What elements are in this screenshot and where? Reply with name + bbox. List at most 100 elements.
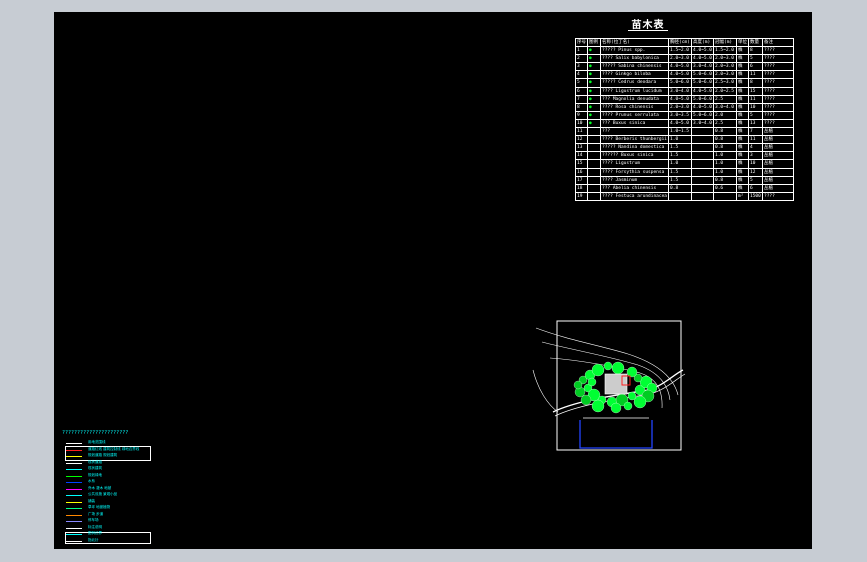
table-cell: 丛植 — [762, 127, 794, 137]
table-cell: 株 — [736, 78, 749, 88]
table-cell: 11 — [748, 135, 763, 145]
plant-symbol-icon: ● — [587, 54, 601, 64]
table-cell: ???? — [762, 78, 794, 88]
table-cell: 4 — [748, 143, 763, 153]
tree-symbol-icon — [623, 401, 633, 411]
table-cell: 1.0 — [668, 159, 693, 169]
table-cell: ???? Ginkgo biloba — [599, 70, 670, 80]
table-cell: 丛植 — [762, 167, 794, 177]
table-cell: ????? Pinus spp. — [599, 46, 670, 56]
table-cell: 2.0~3.0 — [713, 62, 737, 72]
table-cell: 4.0~5.0 — [691, 86, 714, 96]
plant-schedule-table: 序号 图例 名称(拉丁名) 胸径(cm) 高度(m) 冠幅(m) 单位 数量 备注 1 ●????… — [575, 37, 794, 201]
table-cell — [668, 191, 693, 201]
plant-symbol-icon: ● — [587, 118, 601, 129]
table-cell: 0.8 — [713, 127, 737, 137]
table-cell: 12 — [575, 135, 588, 145]
tree-symbol-icon — [587, 377, 597, 387]
table-cell: 12 — [748, 167, 763, 177]
table-cell: 丛植 — [762, 135, 794, 145]
table-cell — [691, 183, 714, 193]
table-cell: 5 — [748, 175, 763, 185]
table-cell: 株 — [736, 102, 749, 112]
legend-swatch — [66, 534, 82, 535]
tree-symbol-icon — [580, 394, 592, 406]
table-cell: ???? Ligustrum lucidum — [599, 86, 670, 96]
table-cell: 2.0~3.0 — [713, 70, 737, 80]
table-cell: 株 — [736, 159, 749, 169]
contour-line-4 — [532, 369, 559, 413]
table-cell: 2.0~2.5 — [713, 86, 737, 96]
header-cell: 备注 — [762, 37, 794, 48]
legend-swatch — [66, 482, 82, 483]
tree-symbol-icon — [611, 361, 625, 375]
table-cell — [587, 191, 601, 201]
table-cell — [691, 143, 714, 153]
table-row: 1 ●????? Pinus spp. 1.5~2.0 4.0~5.0 1.5~2.0 株… — [575, 46, 794, 56]
table-cell: 株 — [736, 62, 749, 72]
table-row: 14 ?????? Buxus sinica 1.5 1.0 株 3 丛植 — [575, 151, 794, 161]
table-cell: 1.5 — [668, 143, 693, 153]
table-cell: 株 — [736, 135, 749, 145]
table-cell: 11 — [575, 127, 588, 137]
table-header-row: 序号 图例 名称(拉丁名) 胸径(cm) 高度(m) 冠幅(m) 单位 数量 备注 — [575, 37, 794, 48]
legend-swatch — [66, 443, 82, 444]
table-cell — [587, 127, 601, 137]
table-cell: ??? Abelia chinensis — [599, 183, 670, 193]
table-cell: 株 — [736, 110, 749, 120]
table-cell: ???? — [762, 62, 794, 72]
site-plan — [532, 320, 686, 451]
table-cell — [691, 191, 714, 201]
table-cell: 4.0~5.0 — [668, 118, 693, 129]
table-cell: ???? — [762, 191, 794, 201]
table-cell: 1.0~1.5 — [668, 127, 693, 137]
table-cell: ???? Prunus serrulata — [599, 110, 670, 120]
table-cell: 19 — [575, 191, 588, 201]
lower-building-outline — [579, 420, 653, 449]
table-cell — [587, 159, 601, 169]
tree-symbol-icon — [603, 361, 613, 371]
table-cell — [691, 135, 714, 145]
table-cell: ???? Festuca arundinacea — [599, 191, 670, 201]
table-cell: ???? — [762, 118, 794, 129]
table-cell: 株 — [736, 70, 749, 80]
table-cell — [691, 151, 714, 161]
table-cell — [691, 167, 714, 177]
plant-symbol-icon: ● — [587, 94, 601, 104]
legend-title: ?????????????????????? — [62, 430, 129, 436]
table-cell: 株 — [736, 127, 749, 137]
table-cell: 株 — [736, 143, 749, 153]
table-row: 10 ●??? Buxus sinica 4.0~5.0 3.0~4.0 2.5 株 13?… — [575, 118, 794, 129]
table-cell: 1.5~2.0 — [713, 46, 737, 56]
table-cell: 株 — [736, 54, 749, 64]
table-cell: 2.0~3.0 — [668, 54, 693, 64]
legend-label: 草坪 地被植物 — [88, 505, 111, 509]
table-cell: ???? Jasminum — [599, 175, 670, 185]
header-cell: 高度(m) — [691, 37, 714, 48]
table-cell: 2 — [575, 54, 588, 64]
table-cell: 5.0~6.0 — [691, 94, 714, 104]
table-cell: 0.8 — [713, 175, 737, 185]
table-cell: 株 — [736, 167, 749, 177]
header-cell: 单位 — [736, 37, 749, 48]
table-cell: 2.5~3.0 — [713, 78, 737, 88]
table-body: 1 ●????? Pinus spp. 1.5~2.0 4.0~5.0 1.5~2.0 株… — [575, 46, 794, 201]
table-row: 17 ???? Jasminum 1.5 0.8 株 5 丛植 — [575, 175, 794, 185]
table-cell: ??? Buxus sinica — [599, 118, 670, 129]
table-cell — [691, 175, 714, 185]
building — [604, 373, 628, 395]
table-cell: 9 — [575, 110, 588, 120]
table-cell: ???? — [762, 70, 794, 80]
table-row: 4 ●???? Ginkgo biloba 4.0~5.0 5.0~6.0 2.0~3.… — [575, 70, 794, 80]
table-cell: 1.5 — [668, 175, 693, 185]
table-cell — [587, 183, 601, 193]
legend-label: 停车场 — [88, 518, 99, 522]
legend-label: 广场 步道 — [88, 511, 104, 516]
header-cell: 冠幅(m) — [713, 37, 737, 48]
table-cell: 5.0~6.0 — [691, 70, 714, 80]
legend-label: 公共设施 景观小品 — [88, 492, 118, 496]
legend-label: 现状道路 — [88, 459, 102, 464]
table-cell: 5.0~6.0 — [668, 78, 693, 88]
table-cell: 1 — [575, 46, 588, 56]
table-cell: 3.0~4.0 — [668, 86, 693, 96]
